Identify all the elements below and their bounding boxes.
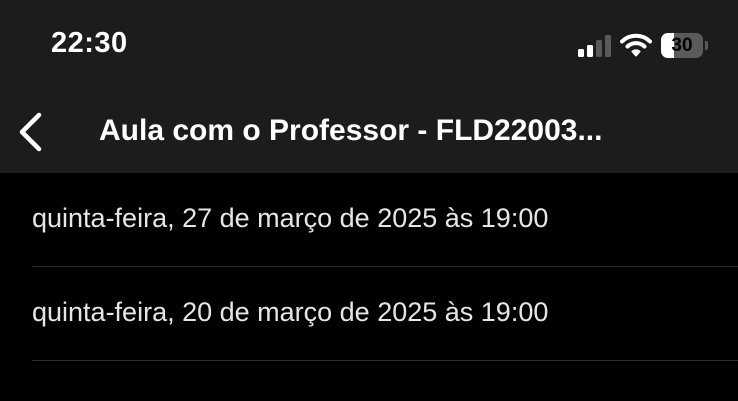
page-title: Aula com o Professor - FLD22003...: [99, 114, 603, 147]
list-item[interactable]: quinta-feira, 27 de março de 2025 às 19:…: [0, 173, 738, 267]
list-item[interactable]: quinta-feira, 20 de março de 2025 às 19:…: [0, 267, 738, 361]
status-time: 22:30: [51, 27, 128, 59]
session-list: quinta-feira, 27 de março de 2025 às 19:…: [0, 173, 738, 361]
header-area: 22:30 30 Aula com o Professor - FLD22003…: [0, 0, 738, 173]
chevron-left-icon: [19, 112, 42, 152]
back-button[interactable]: [10, 108, 54, 156]
navigation-bar: Aula com o Professor - FLD22003...: [0, 90, 738, 173]
session-date-label: quinta-feira, 27 de março de 2025 às 19:…: [32, 203, 549, 233]
wifi-icon: [620, 32, 652, 58]
battery-icon: 30: [661, 33, 709, 58]
signal-bar-4: [605, 35, 611, 57]
divider: [32, 360, 738, 361]
signal-bar-1: [578, 49, 584, 57]
signal-bar-2: [587, 45, 593, 57]
status-bar: 22:30 30: [0, 0, 738, 90]
battery-tip: [705, 41, 708, 50]
cellular-signal-icon: [578, 35, 612, 57]
battery-body: 30: [661, 33, 703, 58]
signal-bar-3: [596, 40, 602, 57]
session-date-label: quinta-feira, 20 de março de 2025 às 19:…: [32, 297, 549, 327]
battery-level: 30: [671, 35, 693, 56]
